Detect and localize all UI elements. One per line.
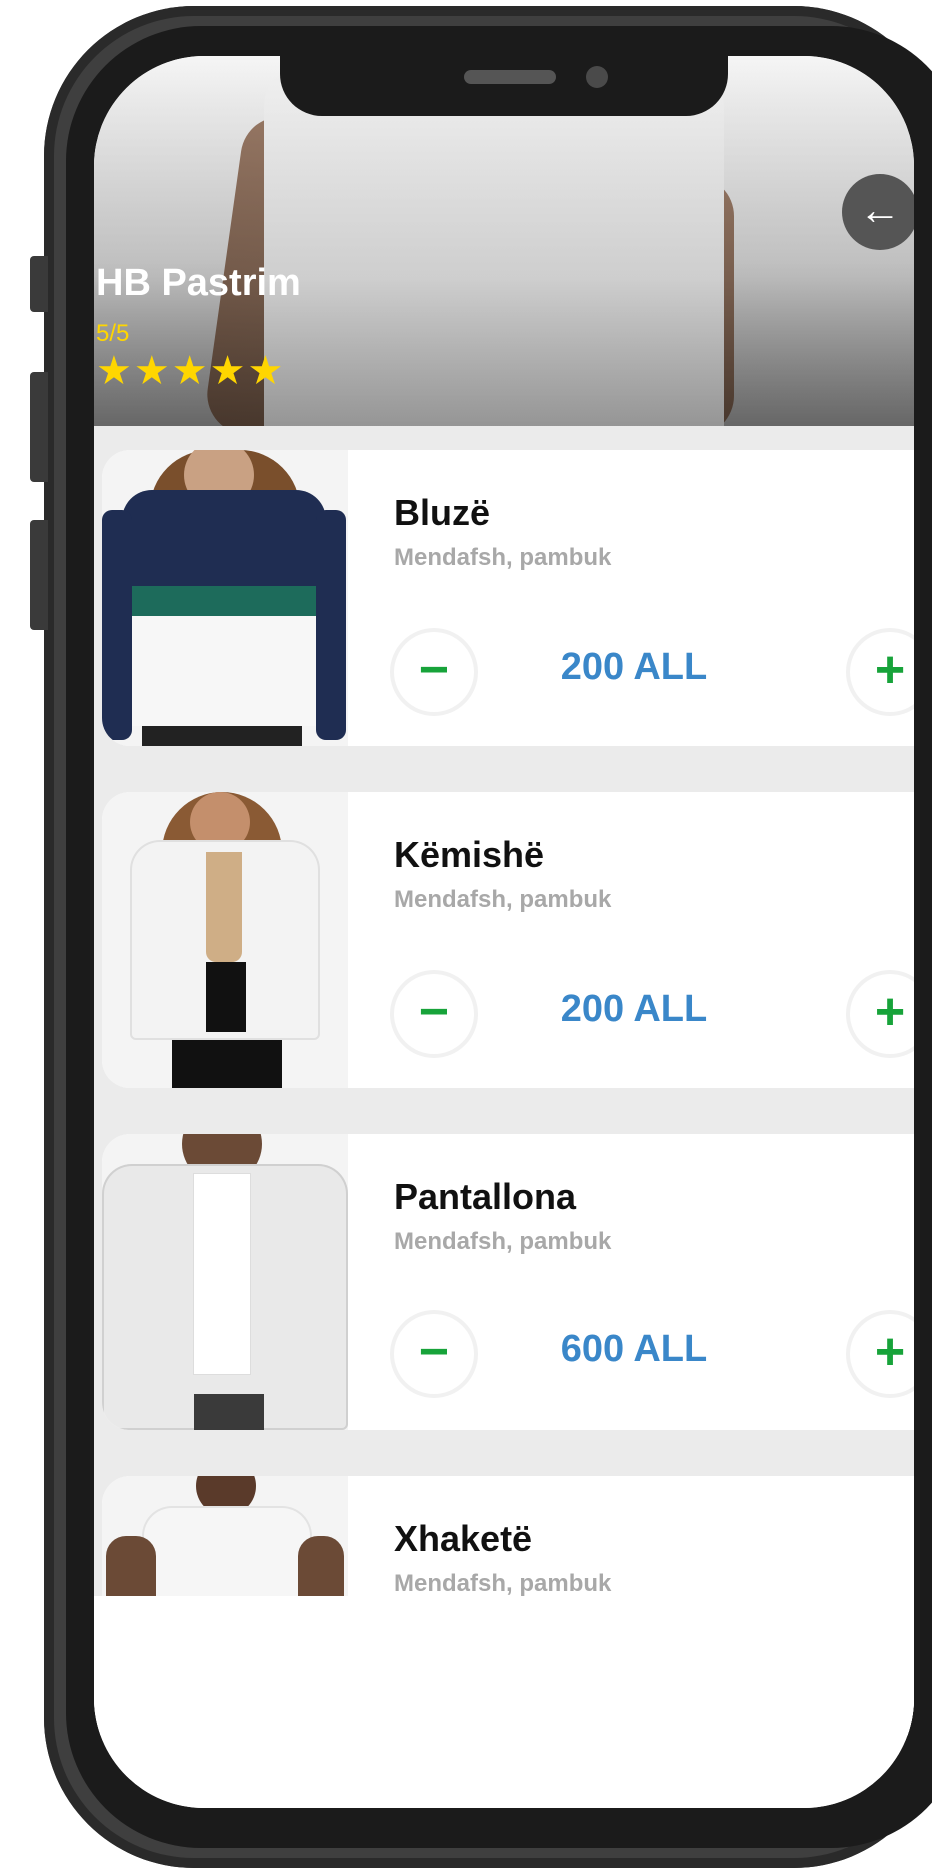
list-item[interactable]: Bluzë Mendafsh, pambuk − 200 ALL +: [102, 450, 914, 746]
service-list[interactable]: Bluzë Mendafsh, pambuk − 200 ALL + Këmis…: [94, 426, 914, 1736]
top-shape: [206, 852, 242, 962]
increase-button[interactable]: +: [850, 974, 914, 1054]
item-price: 600 ALL: [560, 1328, 708, 1370]
plus-icon: +: [874, 983, 906, 1041]
item-price: 200 ALL: [560, 988, 708, 1030]
shop-name: HB Pastrim: [96, 262, 301, 304]
item-price: 200 ALL: [560, 646, 708, 688]
sleeve-right: [316, 510, 346, 740]
bottom-area: [94, 1596, 914, 1808]
volume-up-button: [30, 372, 48, 482]
minus-icon: −: [418, 641, 450, 699]
shirt-shape: [194, 1174, 250, 1374]
camera-icon: [586, 66, 608, 88]
plus-icon: +: [874, 641, 906, 699]
pants-shape: [142, 726, 302, 746]
speaker-grille: [464, 70, 556, 84]
back-button[interactable]: ←: [842, 174, 914, 250]
item-subtitle: Mendafsh, pambuk: [394, 886, 612, 913]
item-title: Pantallona: [394, 1176, 577, 1217]
jacket-top: [122, 490, 326, 590]
sleeve-left: [102, 510, 132, 740]
rating-stars: ★★★★★: [96, 349, 286, 393]
item-title: Bluzë: [394, 492, 491, 533]
product-image: [102, 1134, 348, 1430]
jacket-stripe: [122, 586, 326, 616]
phone-screen: ← HB Pastrim 5/5 ★★★★★ Bluzë Mendafsh, p…: [94, 56, 914, 1808]
decrease-button[interactable]: −: [394, 632, 474, 712]
item-subtitle: Mendafsh, pambuk: [394, 1228, 612, 1255]
minus-icon: −: [418, 1323, 450, 1381]
item-title: Këmishë: [394, 834, 545, 875]
product-image: [102, 450, 348, 746]
product-image: [102, 792, 348, 1088]
increase-button[interactable]: +: [850, 632, 914, 712]
pants-shape: [194, 1394, 264, 1430]
rating-text: 5/5: [96, 320, 130, 347]
notch: [280, 56, 728, 116]
decrease-button[interactable]: −: [394, 974, 474, 1054]
item-subtitle: Mendafsh, pambuk: [394, 544, 612, 571]
increase-button[interactable]: +: [850, 1314, 914, 1394]
volume-down-button: [30, 520, 48, 630]
item-title: Xhaketë: [394, 1518, 533, 1559]
inner-shape: [206, 962, 246, 1032]
plus-icon: +: [874, 1323, 906, 1381]
pants-shape: [172, 1040, 282, 1088]
decrease-button[interactable]: −: [394, 1314, 474, 1394]
jacket-bottom: [122, 616, 326, 726]
mute-switch: [30, 256, 48, 312]
minus-icon: −: [418, 983, 450, 1041]
list-item[interactable]: Këmishë Mendafsh, pambuk − 200 ALL +: [102, 792, 914, 1088]
list-item[interactable]: Pantallona Mendafsh, pambuk − 600 ALL +: [102, 1134, 914, 1430]
item-subtitle: Mendafsh, pambuk: [394, 1570, 612, 1597]
arrow-left-icon: ←: [859, 186, 901, 233]
